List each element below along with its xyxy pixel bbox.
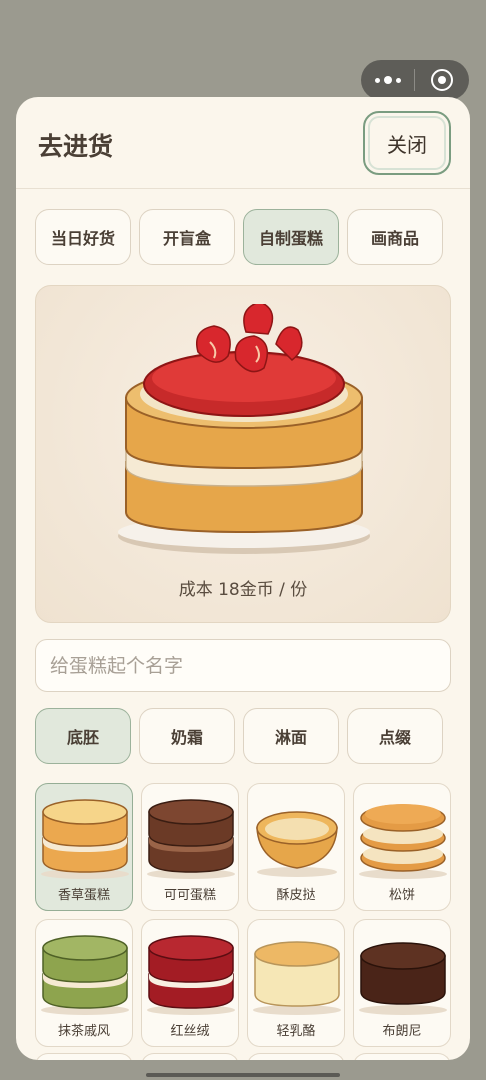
- subtab-frosting[interactable]: 奶霜: [139, 708, 235, 764]
- base-option-vanilla[interactable]: 香草蛋糕: [35, 783, 133, 911]
- tart-shell-icon: [256, 811, 338, 877]
- list-item[interactable]: [35, 1053, 133, 1060]
- subtab-topping[interactable]: 点缀: [347, 708, 443, 764]
- home-indicator: [146, 1073, 340, 1077]
- list-item[interactable]: [247, 1053, 345, 1060]
- base-option-cheesecake[interactable]: 轻乳酪: [247, 919, 345, 1047]
- cost-text: 成本 18金币 / 份: [178, 580, 308, 600]
- base-option-label: 酥皮挞: [276, 888, 316, 903]
- list-item[interactable]: [141, 1053, 239, 1060]
- red-velvet-icon: [147, 935, 235, 1015]
- base-option-red-velvet[interactable]: 红丝绒: [141, 919, 239, 1047]
- cake-preview-illustration: [118, 304, 370, 554]
- base-options-next-row: [35, 1053, 451, 1060]
- base-option-label: 松饼: [388, 888, 415, 903]
- base-options-grid: 香草蛋糕 可可蛋糕 酥皮挞 松饼 抹茶戚风 红丝绒 轻乳酪 布朗尼: [35, 783, 453, 1047]
- layer-tabs: 底胚 奶霜 淋面 点缀: [35, 708, 443, 764]
- base-option-tart[interactable]: 酥皮挞: [247, 783, 345, 911]
- tab-custom-cake[interactable]: 自制蛋糕: [243, 209, 339, 265]
- more-menu-icon[interactable]: [361, 60, 414, 100]
- base-option-label: 抹茶戚风: [57, 1024, 110, 1039]
- brownie-icon: [359, 942, 447, 1015]
- sheet-title: 去进货: [38, 132, 114, 161]
- base-option-label: 轻乳酪: [276, 1024, 316, 1039]
- list-item[interactable]: [353, 1053, 451, 1060]
- restock-sheet: 去进货 关闭 当日好货 开盲盒 自制蛋糕 画商品 成本 18金币 / 份 给蛋糕…: [16, 97, 470, 1060]
- base-option-label: 香草蛋糕: [57, 888, 110, 903]
- pancake-stack-icon: [359, 804, 447, 879]
- close-button[interactable]: 关闭: [363, 111, 451, 175]
- tab-daily-goods[interactable]: 当日好货: [35, 209, 131, 265]
- subtab-base[interactable]: 底胚: [35, 708, 131, 764]
- base-option-label: 可可蛋糕: [163, 888, 216, 903]
- cheesecake-icon: [253, 941, 341, 1015]
- exit-miniprogram-icon[interactable]: [415, 60, 469, 100]
- base-option-pancake[interactable]: 松饼: [353, 783, 451, 911]
- base-option-label: 红丝绒: [170, 1024, 210, 1039]
- cake-preview: 成本 18金币 / 份: [35, 285, 451, 623]
- category-tabs: 当日好货 开盲盒 自制蛋糕 画商品: [35, 209, 443, 265]
- subtab-glaze[interactable]: 淋面: [243, 708, 339, 764]
- cake-name-input[interactable]: [35, 639, 451, 692]
- base-option-brownie[interactable]: 布朗尼: [353, 919, 451, 1047]
- base-option-cocoa[interactable]: 可可蛋糕: [141, 783, 239, 911]
- tab-blind-box[interactable]: 开盲盒: [139, 209, 235, 265]
- base-option-label: 布朗尼: [382, 1024, 422, 1039]
- base-option-matcha[interactable]: 抹茶戚风: [35, 919, 133, 1047]
- matcha-chiffon-icon: [41, 935, 129, 1015]
- tab-draw-goods[interactable]: 画商品: [347, 209, 443, 265]
- sheet-header: 去进货 关闭: [16, 97, 470, 189]
- cocoa-sponge-icon: [147, 799, 235, 879]
- vanilla-sponge-icon: [41, 799, 129, 879]
- miniprogram-capsule: [361, 60, 469, 100]
